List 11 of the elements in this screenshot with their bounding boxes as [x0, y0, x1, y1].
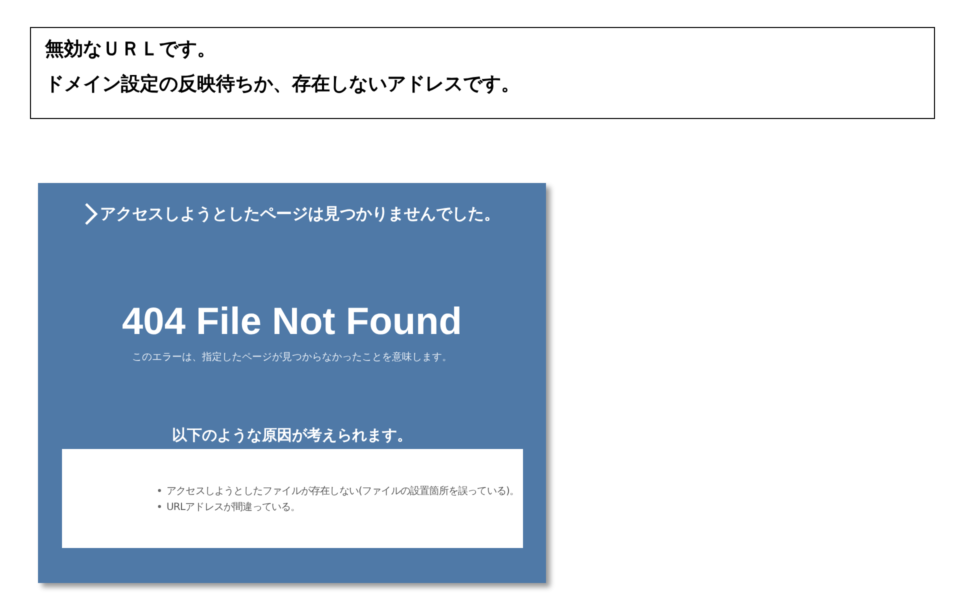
page-heading: アクセスしようとしたページは見つかりませんでした。 — [100, 204, 500, 224]
causes-heading: 以下のような原因が考えられます。 — [172, 426, 412, 445]
error-title: 404 File Not Found — [122, 301, 462, 344]
cause-item: アクセスしようとしたファイルが存在しない(ファイルの設置箇所を誤っている)。 — [166, 484, 520, 498]
cause-item: URLアドレスが間違っている。 — [166, 500, 300, 514]
error-description: このエラーは、指定したページが見つからなかったことを意味します。 — [132, 350, 452, 364]
bullet-icon — [158, 505, 160, 508]
notice-text: 無効なＵＲＬです。 — [45, 37, 217, 62]
notice-text: ドメイン設定の反映待ちか、存在しないアドレスです。 — [45, 72, 521, 97]
chevron-icon — [84, 202, 98, 226]
bullet-icon — [158, 489, 160, 492]
